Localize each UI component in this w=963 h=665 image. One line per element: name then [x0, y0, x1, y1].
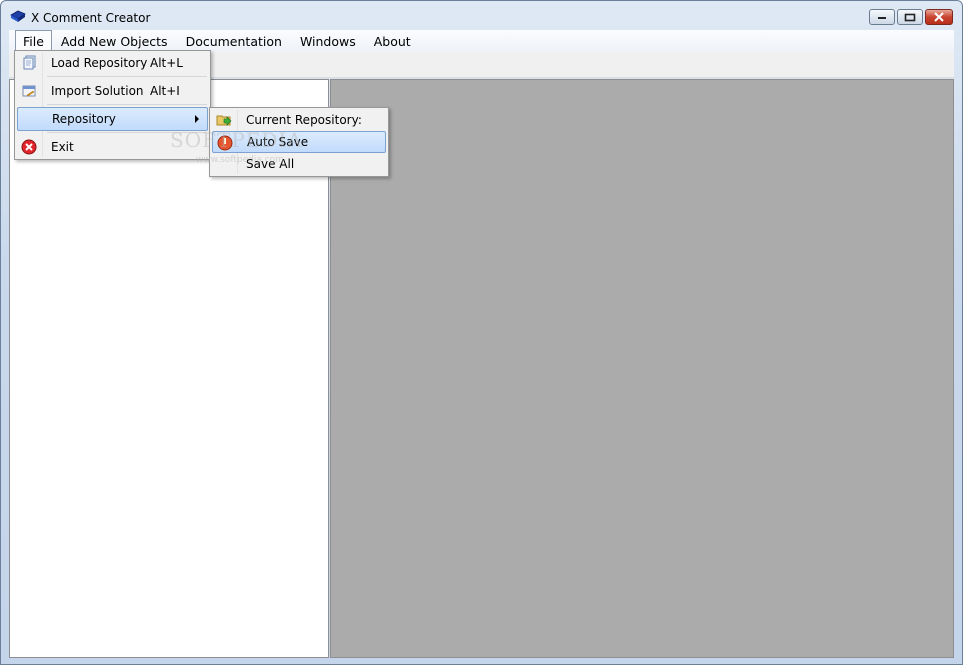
menu-item-exit[interactable]: Exit	[17, 135, 208, 159]
close-button[interactable]	[925, 9, 953, 25]
repository-submenu: Current Repository: Auto Save Save All	[209, 107, 389, 177]
submenu-item-current-repository[interactable]: Current Repository:	[212, 109, 386, 131]
menu-add-new-objects-label: Add New Objects	[60, 33, 168, 49]
menu-about[interactable]: About	[365, 30, 420, 52]
load-repository-icon	[21, 55, 37, 71]
menu-file-label: File	[23, 34, 44, 49]
menu-documentation-label: Documentation	[185, 33, 282, 49]
minimize-button[interactable]	[869, 9, 895, 25]
minimize-icon	[878, 17, 886, 19]
file-menu-dropdown: Load Repository Alt+L Import Solution Al…	[14, 50, 211, 160]
maximize-icon	[904, 13, 916, 21]
menu-item-repository[interactable]: Repository	[17, 107, 208, 131]
menu-separator	[47, 76, 207, 77]
submenu-item-label: Current Repository:	[246, 113, 362, 127]
submenu-item-save-all[interactable]: Save All	[212, 153, 386, 175]
menu-item-shortcut: Alt+L	[150, 56, 183, 70]
close-icon	[934, 12, 944, 22]
menu-item-label: Import Solution	[51, 84, 144, 98]
auto-save-icon	[217, 135, 233, 151]
app-book-icon	[10, 9, 26, 23]
submenu-item-auto-save[interactable]: Auto Save	[212, 131, 386, 153]
menu-bar: File Add New Objects Documentation Windo…	[9, 30, 954, 52]
submenu-arrow-icon	[195, 115, 199, 123]
workspace-pane[interactable]	[330, 79, 954, 658]
title-bar[interactable]: X Comment Creator	[1, 1, 962, 30]
menu-separator	[47, 104, 207, 105]
menu-item-label: Exit	[51, 140, 74, 154]
menu-item-import-solution[interactable]: Import Solution Alt+I	[17, 79, 208, 103]
exit-icon	[21, 139, 37, 155]
menu-documentation[interactable]: Documentation	[177, 30, 291, 52]
maximize-button[interactable]	[897, 9, 923, 25]
window-title: X Comment Creator	[31, 11, 151, 25]
menu-add-new-objects[interactable]: Add New Objects	[52, 30, 177, 52]
submenu-item-label: Save All	[246, 157, 295, 171]
menu-item-shortcut: Alt+I	[150, 84, 180, 98]
current-repository-icon	[216, 112, 232, 128]
menu-windows-label: Windows	[299, 33, 356, 49]
menu-item-load-repository[interactable]: Load Repository Alt+L	[17, 51, 208, 75]
menu-item-label: Load Repository	[51, 56, 148, 70]
menu-file[interactable]: File	[15, 30, 52, 52]
menu-about-label: About	[373, 33, 411, 49]
menu-separator	[47, 132, 207, 133]
import-solution-icon	[21, 83, 37, 99]
submenu-item-label: Auto Save	[247, 135, 309, 149]
menu-windows[interactable]: Windows	[291, 30, 365, 52]
menu-item-label: Repository	[52, 112, 116, 126]
